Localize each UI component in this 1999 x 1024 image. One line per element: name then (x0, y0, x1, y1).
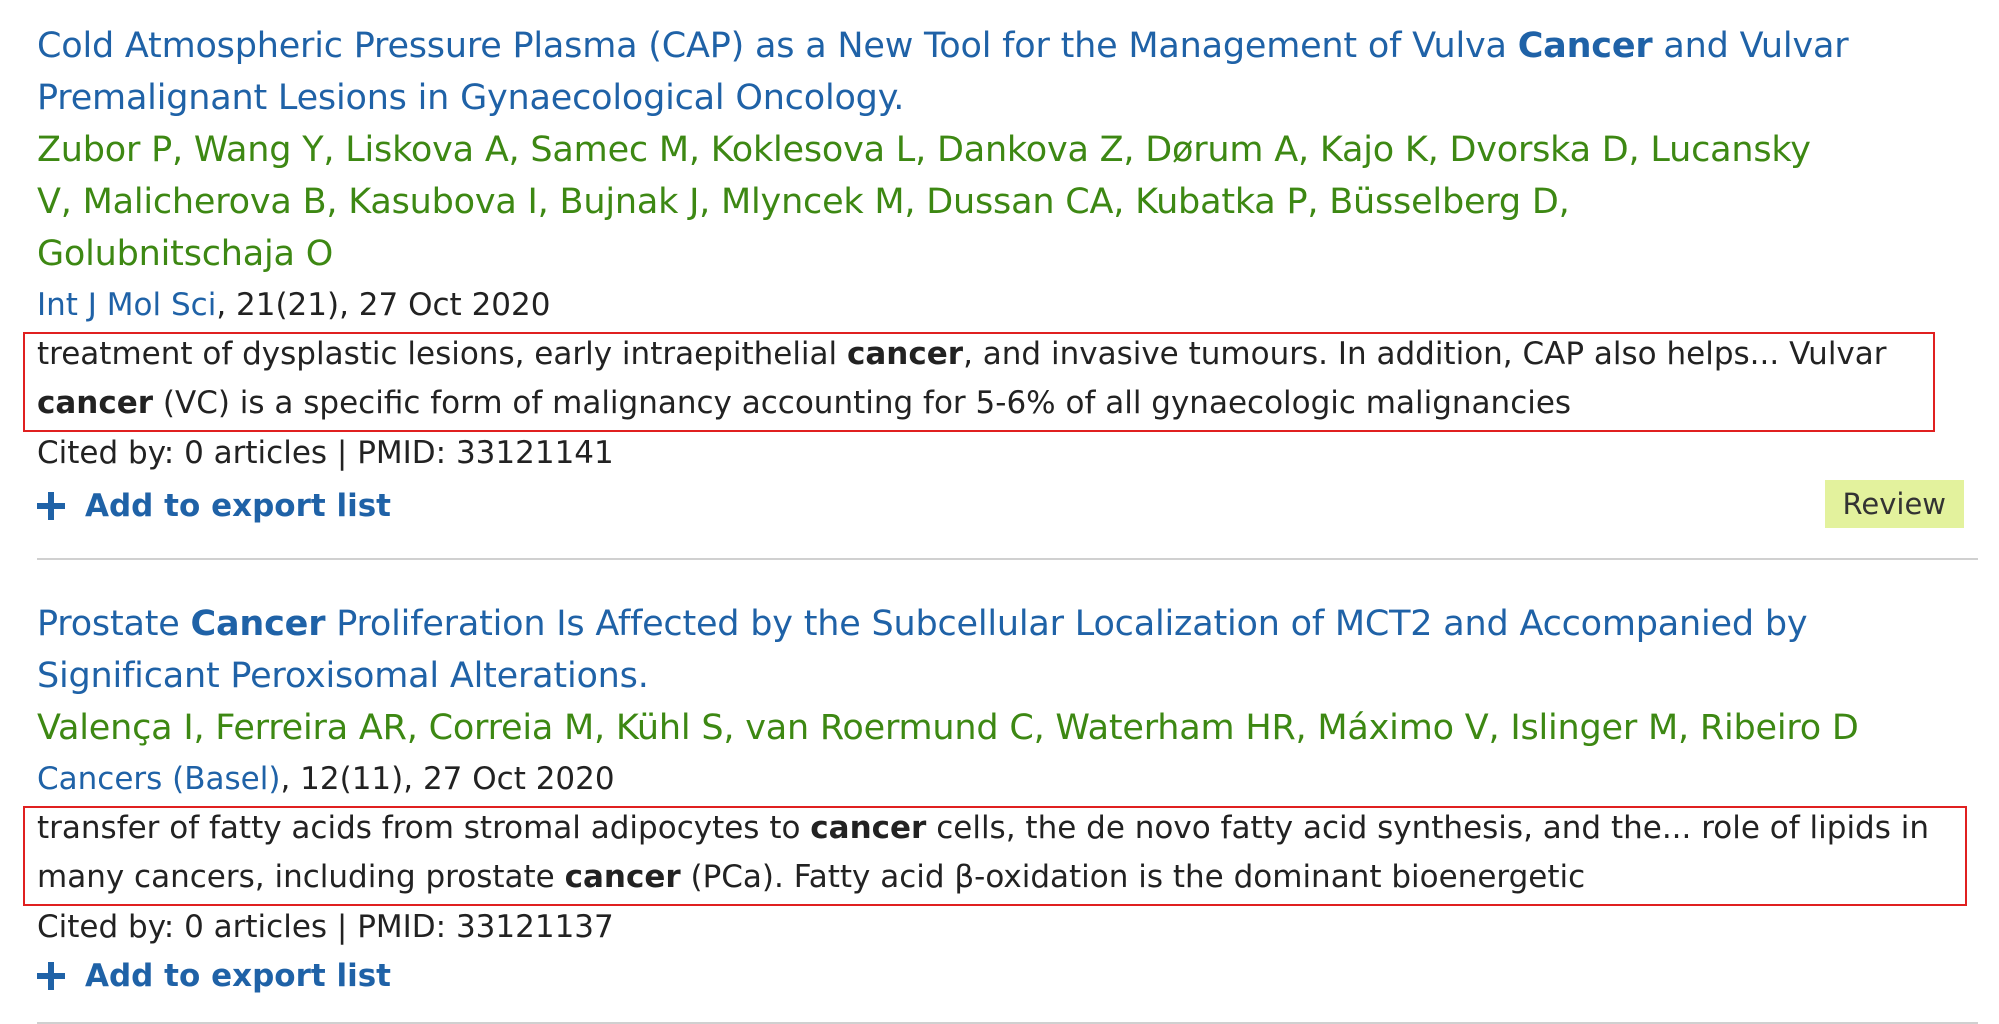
snippet-container: transfer of fatty acids from stromal adi… (23, 804, 1978, 906)
result-title-text[interactable]: Prostate (37, 604, 191, 644)
plus-icon (37, 492, 65, 520)
journal-link[interactable]: Int J Mol Sci (37, 287, 216, 323)
snippet-text: (PCa). Fatty acid β-oxidation is the dom… (680, 859, 1586, 895)
result-citation: Int J Mol Sci, 21(21), 27 Oct 2020 (37, 280, 1978, 330)
result-actions: Add to export list Review (37, 478, 1978, 548)
result-title[interactable]: Cold Atmospheric Pressure Plasma (CAP) a… (37, 20, 1937, 124)
snippet-text: , and invasive tumours. In addition, CAP… (963, 336, 1887, 372)
result-authors: Zubor P, Wang Y, Liskova A, Samec M, Kok… (37, 130, 1811, 274)
result-snippet: treatment of dysplastic lesions, early i… (37, 330, 1927, 428)
result-title[interactable]: Prostate Cancer Proliferation Is Affecte… (37, 598, 1897, 702)
result-title-highlight[interactable]: Cancer (191, 604, 326, 644)
result-item: Prostate Cancer Proliferation Is Affecte… (23, 598, 1978, 1024)
citation-details: , 21(21), 27 Oct 2020 (216, 287, 551, 323)
add-to-export-button[interactable]: Add to export list (37, 482, 391, 530)
add-to-export-label: Add to export list (85, 958, 392, 994)
review-badge: Review (1824, 480, 1964, 528)
snippet-highlight: cancer (564, 859, 681, 895)
result-title-text[interactable]: Cold Atmospheric Pressure Plasma (CAP) a… (37, 26, 1518, 66)
snippet-text: (VC) is a specific form of malignancy ac… (153, 385, 1572, 421)
snippet-highlight: cancer (810, 810, 927, 846)
snippet-text: treatment of dysplastic lesions, early i… (37, 336, 848, 372)
cited-by: Cited by: 0 articles | PMID: 33121141 (37, 435, 614, 471)
search-results: Cold Atmospheric Pressure Plasma (CAP) a… (23, 20, 1978, 1024)
result-title-highlight[interactable]: Cancer (1518, 26, 1653, 66)
snippet-text: transfer of fatty acids from stromal adi… (37, 810, 811, 846)
result-citation: Cancers (Basel), 12(11), 27 Oct 2020 (37, 754, 1978, 804)
add-to-export-label: Add to export list (85, 488, 392, 524)
snippet-container: treatment of dysplastic lesions, early i… (23, 330, 1978, 432)
snippet-highlight: cancer (847, 336, 964, 372)
cited-by: Cited by: 0 articles | PMID: 33121137 (37, 909, 614, 945)
journal-link[interactable]: Cancers (Basel) (37, 761, 280, 797)
add-to-export-button[interactable]: Add to export list (37, 952, 391, 1000)
plus-icon (37, 962, 65, 990)
snippet-highlight: cancer (37, 385, 154, 421)
result-actions: Add to export list (37, 952, 1978, 1002)
result-authors: Valença I, Ferreira AR, Correia M, Kühl … (37, 708, 1859, 748)
result-snippet: transfer of fatty acids from stromal adi… (37, 804, 1962, 902)
citation-details: , 12(11), 27 Oct 2020 (280, 761, 615, 797)
result-item: Cold Atmospheric Pressure Plasma (CAP) a… (23, 20, 1978, 560)
